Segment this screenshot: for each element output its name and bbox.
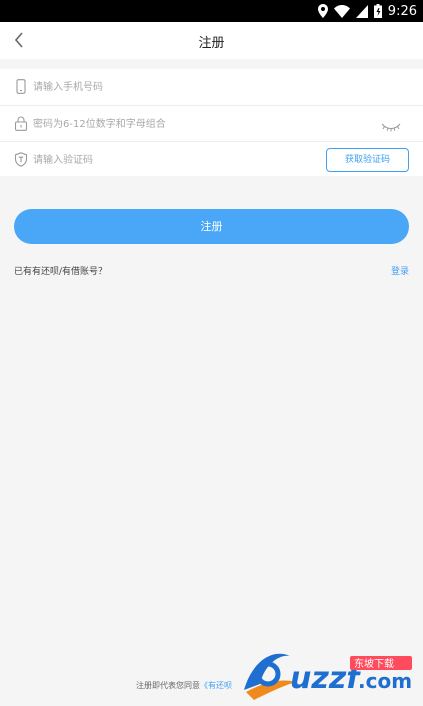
phone-icon [14,79,28,94]
agreement-link[interactable]: 《有还呗 [200,681,232,690]
signal-icon [355,4,368,18]
wifi-icon [333,4,350,18]
status-icons: 9:26 [317,2,417,20]
status-bar: 9:26 [0,0,423,22]
agreement-prefix: 注册即代表您同意 [136,681,200,690]
status-time: 9:26 [387,3,417,19]
password-row [0,105,423,141]
location-icon [317,4,328,18]
login-link[interactable]: 登录 [391,264,409,277]
nav-bar: 注册 [0,22,423,59]
lock-icon [14,116,28,131]
phone-input[interactable] [33,77,333,97]
page-title: 注册 [198,36,225,51]
register-form: 获取验证码 [0,69,423,176]
agreement-text: 注册即代表您同意《有还呗 [136,680,232,691]
code-input[interactable] [33,150,333,170]
shield-icon [14,152,28,167]
password-input[interactable] [33,114,333,134]
get-code-button[interactable]: 获取验证码 [326,148,409,172]
eye-closed-icon[interactable] [380,118,402,132]
svg-text:.com: .com [358,669,412,693]
battery-icon [373,4,382,18]
phone-row [0,69,423,105]
watermark-logo: uzzf .com 东坡下载 [238,642,418,702]
register-button[interactable]: 注册 [14,209,409,244]
code-row: 获取验证码 [0,141,423,176]
have-account-text: 已有有还呗/有借账号？ [14,267,108,277]
svg-text:东坡下载: 东坡下载 [354,657,394,670]
